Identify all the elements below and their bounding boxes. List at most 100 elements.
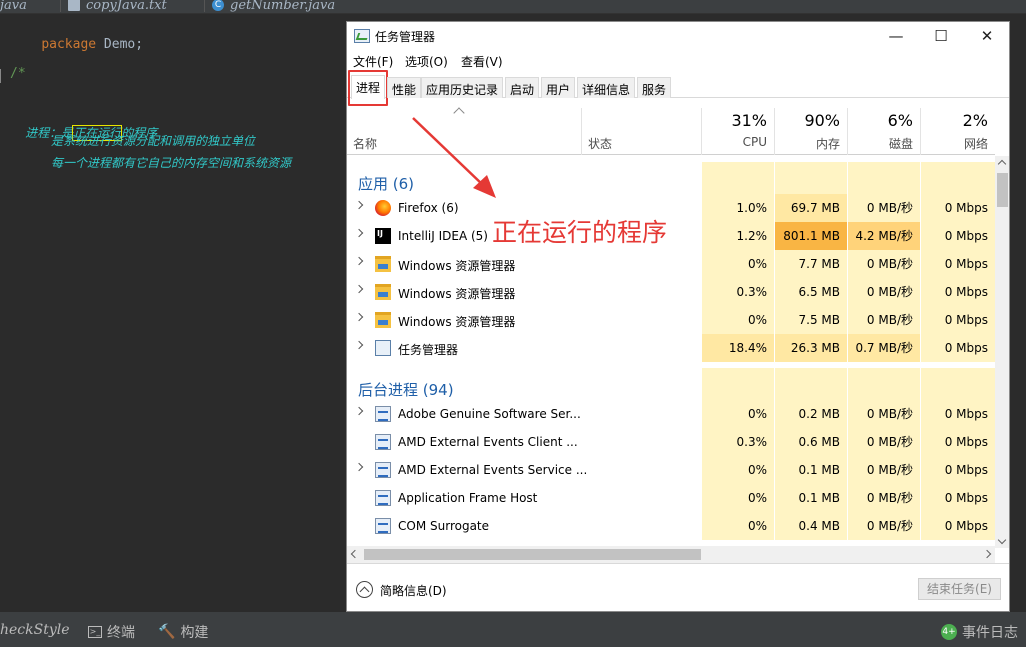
tab-separator bbox=[204, 0, 205, 12]
vertical-scroll-thumb[interactable] bbox=[997, 173, 1008, 207]
task-manager-window: 任务管理器 — ☐ ✕ 文件(F) 选项(O) 查看(V) 进程 性能 应用历史… bbox=[346, 21, 1010, 612]
tab-users[interactable]: 用户 bbox=[541, 77, 576, 98]
horizontal-scrollbar[interactable] bbox=[347, 546, 995, 563]
annotation-label: 正在运行的程序 bbox=[492, 218, 668, 247]
editor-tab-label: java bbox=[0, 0, 27, 13]
menu-view[interactable]: 查看(V) bbox=[461, 53, 503, 70]
process-name: Windows 资源管理器 bbox=[398, 287, 516, 301]
tab-startup[interactable]: 启动 bbox=[505, 77, 540, 98]
process-row[interactable]: Windows 资源管理器 0% 7.7 MB 0 MB/秒 0 Mbps bbox=[347, 250, 995, 278]
process-row[interactable]: Windows 资源管理器 0.3% 6.5 MB 0 MB/秒 0 Mbps bbox=[347, 278, 995, 306]
disk-cell: 0 MB/秒 bbox=[847, 250, 920, 278]
horizontal-scroll-thumb[interactable] bbox=[364, 549, 701, 560]
terminal-tool-button[interactable]: >_ 终端 bbox=[88, 622, 135, 642]
close-button[interactable]: ✕ bbox=[964, 22, 1009, 50]
process-row[interactable]: Application Frame Host 0% 0.1 MB 0 MB/秒 … bbox=[347, 484, 995, 512]
expand-chevron-icon[interactable] bbox=[354, 228, 364, 238]
ide-tool-window-bar: heckStyle >_ 终端 🔨 构建 4+ 事件日志 bbox=[0, 612, 1026, 647]
group-heat-cell bbox=[701, 162, 774, 198]
scroll-left-arrow-icon[interactable] bbox=[350, 549, 360, 559]
build-tool-button[interactable]: 🔨 构建 bbox=[158, 622, 208, 642]
cpu-cell: 0% bbox=[701, 250, 774, 278]
editor-tab-copyjava[interactable]: copyJava.txt bbox=[60, 0, 167, 13]
editor-tab-getnumber[interactable]: C getNumber.java bbox=[204, 0, 336, 13]
comment-open: /* bbox=[10, 66, 26, 81]
expand-chevron-icon[interactable] bbox=[354, 284, 364, 294]
scroll-right-arrow-icon[interactable] bbox=[982, 549, 992, 559]
event-log-tool-button[interactable]: 4+ 事件日志 bbox=[941, 622, 1018, 642]
title-bar[interactable]: 任务管理器 — ☐ ✕ bbox=[347, 22, 1009, 50]
network-cell: 0 Mbps bbox=[920, 306, 995, 334]
process-row[interactable]: Firefox (6) 1.0% 69.7 MB 0 MB/秒 0 Mbps bbox=[347, 194, 995, 222]
column-header-cpu[interactable]: 31% CPU bbox=[701, 98, 774, 155]
column-divider bbox=[847, 108, 848, 155]
checkstyle-tool-button[interactable]: heckStyle bbox=[0, 622, 70, 638]
cpu-cell: 18.4% bbox=[701, 334, 774, 362]
column-header-status[interactable]: 状态 bbox=[581, 98, 701, 155]
network-cell: 0 Mbps bbox=[920, 278, 995, 306]
maximize-button[interactable]: ☐ bbox=[918, 22, 964, 50]
collapse-up-icon[interactable] bbox=[356, 581, 373, 598]
cpu-cell: 0% bbox=[701, 400, 774, 428]
disk-cell: 0 MB/秒 bbox=[847, 428, 920, 456]
process-row[interactable]: Windows 资源管理器 0% 7.5 MB 0 MB/秒 0 Mbps bbox=[347, 306, 995, 334]
process-name: Windows 资源管理器 bbox=[398, 259, 516, 273]
fewer-details-link[interactable]: 简略信息(D) bbox=[380, 582, 447, 599]
group-header-apps[interactable]: 应用 (6) bbox=[347, 162, 995, 198]
process-row[interactable]: AMD External Events Client ... 0.3% 0.6 … bbox=[347, 428, 995, 456]
fold-gutter-marker[interactable] bbox=[0, 69, 8, 83]
tab-processes[interactable]: 进程 bbox=[351, 75, 386, 99]
network-cell: 0 Mbps bbox=[920, 334, 995, 362]
expand-chevron-icon[interactable] bbox=[354, 340, 364, 350]
process-row[interactable]: Adobe Genuine Software Ser... 0% 0.2 MB … bbox=[347, 400, 995, 428]
code-editor[interactable]: package Demo; /* 进程：是正在运行的程序 是系统进行资源分配和调… bbox=[0, 14, 346, 612]
tab-services[interactable]: 服务 bbox=[637, 77, 672, 98]
column-header-disk[interactable]: 6% 磁盘 bbox=[847, 98, 920, 155]
end-task-button[interactable]: 结束任务(E) bbox=[918, 578, 1001, 600]
memory-cell: 0.1 MB bbox=[774, 456, 847, 484]
vertical-scrollbar[interactable] bbox=[995, 156, 1009, 548]
column-header-name[interactable]: 名称 bbox=[347, 98, 581, 155]
terminal-icon: >_ bbox=[88, 626, 102, 638]
cpu-cell: 1.0% bbox=[701, 194, 774, 222]
firefox-icon bbox=[375, 200, 391, 216]
group-heat-cell bbox=[774, 162, 847, 198]
process-row[interactable]: AMD External Events Service ... 0% 0.1 M… bbox=[347, 456, 995, 484]
cpu-cell: 0% bbox=[701, 456, 774, 484]
process-name: Firefox (6) bbox=[398, 201, 459, 215]
text-file-icon bbox=[68, 0, 80, 11]
column-header-network[interactable]: 2% 网络 bbox=[920, 98, 995, 155]
cpu-cell: 0% bbox=[701, 306, 774, 334]
process-row[interactable]: 任务管理器 18.4% 26.3 MB 0.7 MB/秒 0 Mbps bbox=[347, 334, 995, 362]
tab-app-history[interactable]: 应用历史记录 bbox=[421, 77, 504, 98]
comment-line-3: 每一个进程都有它自己的内存空间和系统资源 bbox=[51, 156, 292, 170]
menu-options[interactable]: 选项(O) bbox=[405, 53, 448, 70]
tab-performance[interactable]: 性能 bbox=[387, 77, 422, 98]
network-cell: 0 Mbps bbox=[920, 428, 995, 456]
column-header-memory[interactable]: 90% 内存 bbox=[774, 98, 847, 155]
network-cell: 0 Mbps bbox=[920, 400, 995, 428]
expand-chevron-icon[interactable] bbox=[354, 200, 364, 210]
expand-chevron-icon[interactable] bbox=[354, 406, 364, 416]
expand-chevron-icon[interactable] bbox=[354, 462, 364, 472]
menu-file[interactable]: 文件(F) bbox=[353, 53, 393, 70]
folder-icon bbox=[375, 256, 391, 272]
tab-details[interactable]: 详细信息 bbox=[577, 77, 636, 98]
expand-chevron-icon[interactable] bbox=[354, 312, 364, 322]
expand-chevron-icon[interactable] bbox=[354, 256, 364, 266]
minimize-button[interactable]: — bbox=[873, 22, 919, 50]
editor-tab-java[interactable]: java bbox=[0, 0, 27, 13]
memory-total-percent: 90% bbox=[804, 111, 840, 130]
scroll-down-arrow-icon[interactable] bbox=[997, 535, 1007, 545]
package-name: Demo; bbox=[96, 37, 144, 52]
scroll-up-arrow-icon[interactable] bbox=[997, 159, 1007, 169]
group-header-background[interactable]: 后台进程 (94) bbox=[347, 368, 995, 404]
comment-line-2: 是系统进行资源分配和调用的独立单位 bbox=[51, 134, 256, 148]
cpu-cell: 0.3% bbox=[701, 428, 774, 456]
process-row[interactable]: COM Surrogate 0% 0.4 MB 0 MB/秒 0 Mbps bbox=[347, 512, 995, 540]
wrench-icon: 🔨 bbox=[158, 624, 176, 640]
service-process-icon bbox=[375, 518, 391, 534]
editor-tab-label: getNumber.java bbox=[230, 0, 336, 13]
tab-separator bbox=[60, 0, 61, 12]
process-row[interactable]: IntelliJ IDEA (5) 1.2% 801.1 MB 4.2 MB/秒… bbox=[347, 222, 995, 250]
